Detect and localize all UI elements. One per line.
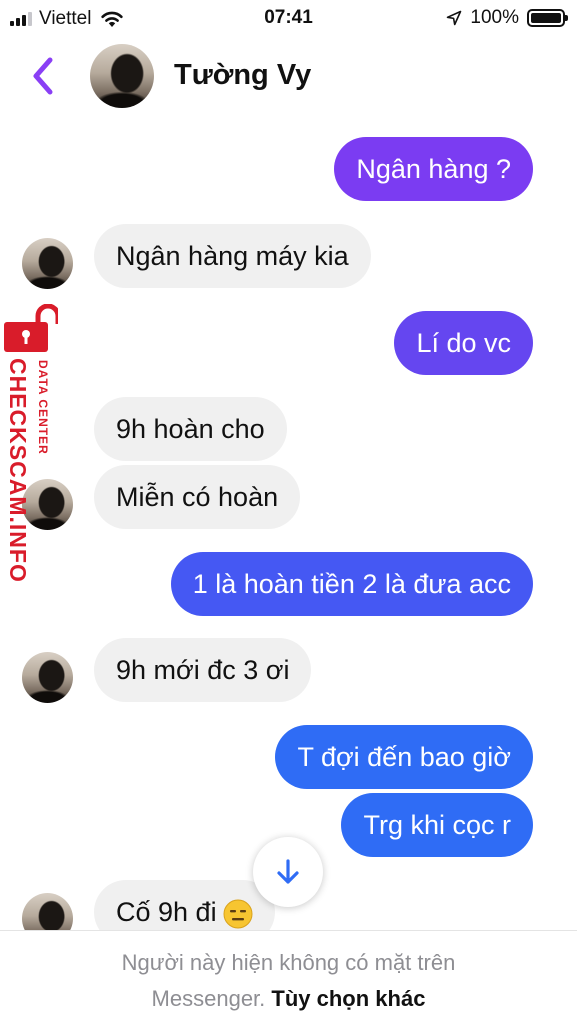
more-options-link[interactable]: Tùy chọn khác <box>271 986 425 1011</box>
message-bubble-incoming[interactable]: 9h mới đc 3 ơi <box>94 638 312 702</box>
expressionless-face-emoji <box>223 899 253 929</box>
message-bubble-incoming[interactable]: 9h hoàn cho <box>94 397 287 461</box>
message-bubble-outgoing[interactable]: T đợi đến bao giờ <box>275 725 533 789</box>
lock-icon <box>4 304 58 352</box>
message-bubble-incoming[interactable]: Miễn có hoàn <box>94 465 301 529</box>
location-arrow-icon <box>447 10 462 26</box>
message-bubble-outgoing[interactable]: Ngân hàng ? <box>334 137 533 201</box>
unavailable-footer: Người này hiện không có mặt trên Messeng… <box>0 930 577 1024</box>
chevron-left-icon <box>33 57 53 95</box>
watermark-brand: CHECKSCAM.INFO <box>5 358 31 583</box>
chat-header: Tường Vy <box>0 38 577 114</box>
sender-avatar[interactable] <box>22 238 73 289</box>
watermark-subtitle: DATA CENTER <box>36 360 50 455</box>
status-bar: Viettel 07:41 100% <box>0 0 577 38</box>
messenger-chat-screen: Viettel 07:41 100% Tường Vy Ngân hàng ? <box>0 0 577 1024</box>
sender-avatar[interactable] <box>22 652 73 703</box>
messenger-label: Messenger. <box>151 986 266 1011</box>
message-bubble-incoming[interactable]: Ngân hàng máy kia <box>94 224 371 288</box>
checkscam-watermark: CHECKSCAM.INFO DATA CENTER <box>0 300 64 590</box>
message-bubble-outgoing[interactable]: Trg khi cọc r <box>341 793 533 857</box>
battery-icon <box>527 9 568 27</box>
arrow-down-icon <box>277 859 299 884</box>
message-bubble-outgoing[interactable]: 1 là hoàn tiền 2 là đưa acc <box>170 552 533 616</box>
unavailable-notice: Người này hiện không có mặt trên <box>121 950 456 975</box>
battery-percentage: 100% <box>470 7 519 28</box>
message-bubble-outgoing[interactable]: Lí do vc <box>394 311 533 375</box>
back-button[interactable] <box>28 54 62 98</box>
contact-avatar[interactable] <box>90 44 154 108</box>
status-right: 100% <box>446 7 568 29</box>
unavailable-notice-line2: Messenger. Tùy chọn khác <box>0 981 577 1017</box>
contact-name[interactable]: Tường Vy <box>174 59 311 92</box>
scroll-to-bottom-button[interactable] <box>253 837 323 907</box>
message-text: Cố 9h đi <box>116 897 217 927</box>
